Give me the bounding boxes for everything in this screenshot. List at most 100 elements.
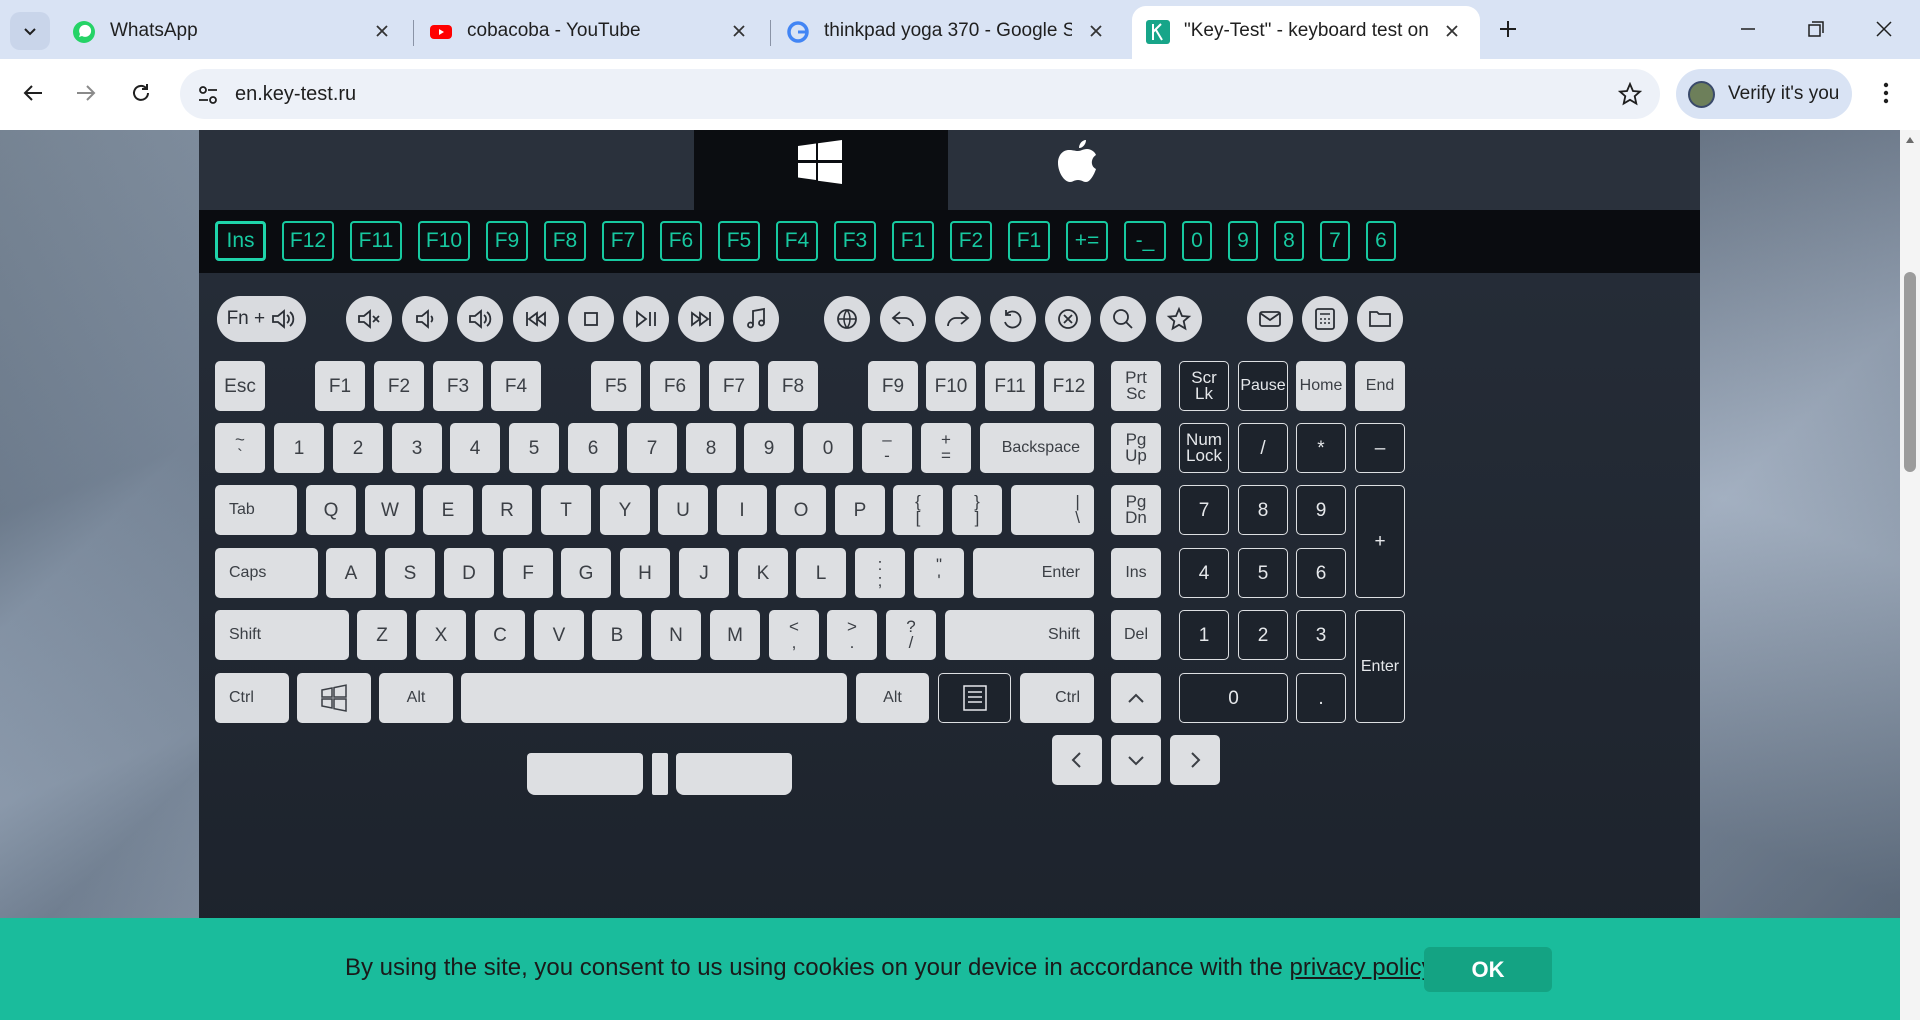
search-icon bbox=[1113, 309, 1133, 329]
key-a: A bbox=[326, 548, 376, 598]
minimize-button[interactable] bbox=[1720, 6, 1776, 52]
key-arrow-right bbox=[1170, 735, 1220, 785]
key-l: L bbox=[796, 548, 846, 598]
key-f9: F9 bbox=[868, 361, 918, 411]
star-icon bbox=[1166, 306, 1192, 331]
key-f: F bbox=[503, 548, 553, 598]
history-key: 0 bbox=[1182, 221, 1212, 261]
browser-chrome: WhatsApp cobacoba - YouTube thinkpad yog… bbox=[0, 0, 1920, 130]
key-slash: ? / bbox=[886, 610, 936, 660]
tab-google[interactable]: thinkpad yoga 370 - Google Se bbox=[772, 6, 1124, 59]
label-top: Scr Lk bbox=[1191, 368, 1217, 403]
history-key: 9 bbox=[1228, 221, 1258, 261]
tab-strip: WhatsApp cobacoba - YouTube thinkpad yog… bbox=[0, 0, 1920, 59]
key-9: 9 bbox=[744, 423, 794, 473]
key-num-0: 0 bbox=[1179, 673, 1288, 723]
key-arrow-left bbox=[1052, 735, 1102, 785]
label-bottom: - bbox=[884, 446, 890, 465]
key-f12: F12 bbox=[1044, 361, 1094, 411]
reload-button[interactable] bbox=[119, 71, 163, 115]
cookie-text: By using the site, you consent to us usi… bbox=[345, 954, 1290, 981]
history-key: F6 bbox=[660, 221, 702, 261]
tab-title: cobacoba - YouTube bbox=[467, 20, 641, 41]
stop-key bbox=[568, 296, 614, 342]
new-tab-button[interactable] bbox=[1480, 6, 1536, 52]
site-info-icon[interactable] bbox=[197, 84, 219, 106]
reply-arrow-icon bbox=[891, 311, 914, 327]
next-track-icon bbox=[691, 311, 711, 327]
privacy-policy-link[interactable]: privacy policy bbox=[1290, 954, 1434, 981]
tab-search-dropdown[interactable] bbox=[10, 12, 50, 50]
key-semicolon: :; bbox=[855, 548, 905, 598]
background-pattern bbox=[1700, 130, 1900, 1020]
label-top: Pg Up bbox=[1125, 430, 1147, 465]
key-num-add: + bbox=[1355, 485, 1405, 598]
forward-button[interactable] bbox=[64, 71, 108, 115]
tab-whatsapp[interactable]: WhatsApp bbox=[58, 6, 410, 59]
key-arrow-down bbox=[1111, 735, 1161, 785]
key-press-history: Ins F12 F11 F10 F9 F8 F7 F6 F5 F4 F3 F1 F2 F1 += -_ 0 9 8 7… bbox=[199, 210, 1700, 273]
scrollbar-thumb[interactable] bbox=[1904, 272, 1916, 472]
scroll-up-arrow-icon[interactable] bbox=[1905, 136, 1915, 144]
page-scrollbar[interactable] bbox=[1900, 130, 1920, 1020]
key-z: Z bbox=[357, 610, 407, 660]
history-key: F9 bbox=[486, 221, 528, 261]
restore-icon bbox=[1808, 21, 1824, 37]
bookmark-star-icon[interactable] bbox=[1618, 82, 1642, 106]
history-key: += bbox=[1066, 221, 1108, 261]
apple-logo-icon bbox=[1058, 140, 1096, 182]
volume-up-icon bbox=[469, 309, 492, 329]
globe-icon bbox=[837, 309, 857, 329]
windows-tab[interactable] bbox=[694, 130, 948, 210]
key-8: 8 bbox=[686, 423, 736, 473]
close-tab-icon[interactable] bbox=[1082, 17, 1110, 45]
fn-volume-key: Fn + bbox=[217, 296, 306, 342]
key-arrow-up bbox=[1111, 673, 1161, 723]
tab-key-test[interactable]: "Key-Test" - keyboard test onlin bbox=[1132, 6, 1480, 59]
close-tab-icon[interactable] bbox=[368, 17, 396, 45]
label-bottom: ; bbox=[877, 571, 883, 590]
keyboard-test-panel: f InsF12F11F10F9F8F7F6F5F4F3F1F2F1+=-_09… bbox=[199, 130, 1700, 1020]
key-right-shift: Shift bbox=[945, 610, 1094, 660]
key-1: 1 bbox=[274, 423, 324, 473]
back-button[interactable] bbox=[11, 71, 55, 115]
close-tab-icon[interactable] bbox=[1438, 17, 1466, 45]
browser-menu-button[interactable] bbox=[1864, 71, 1908, 115]
close-tab-icon[interactable] bbox=[725, 17, 753, 45]
key-num-6: 6 bbox=[1296, 548, 1346, 598]
key-f10: F10 bbox=[926, 361, 976, 411]
key-num-subtract: – bbox=[1355, 423, 1405, 473]
key-right-alt: Alt bbox=[856, 673, 929, 723]
key-left-shift: Shift bbox=[215, 610, 349, 660]
key-minus: – - bbox=[862, 423, 912, 473]
address-bar[interactable]: en.key-test.ru bbox=[180, 69, 1660, 119]
history-key: 8 bbox=[1274, 221, 1304, 261]
key-v: V bbox=[534, 610, 584, 660]
key-num-1: 1 bbox=[1179, 610, 1229, 660]
close-window-button[interactable] bbox=[1856, 6, 1912, 52]
browser-toolbar: en.key-test.ru Verify it's you bbox=[0, 59, 1920, 129]
chevron-down-icon bbox=[1128, 756, 1144, 766]
virtual-keyboard: Fn + Esc F1 F2 F3 F4 F5 F6 F7 F8 F9 F10 … bbox=[199, 273, 1700, 1020]
key-pause: Pause bbox=[1238, 361, 1288, 411]
tab-youtube[interactable]: cobacoba - YouTube bbox=[415, 6, 767, 59]
key-f4: F4 bbox=[491, 361, 541, 411]
label-bottom: \ bbox=[1075, 508, 1080, 527]
label-bottom: , bbox=[791, 633, 797, 652]
key-h: H bbox=[620, 548, 670, 598]
cookie-ok-button[interactable]: OK bbox=[1424, 947, 1552, 992]
touchpad-right-button bbox=[676, 753, 792, 795]
verify-button[interactable]: Verify it's you bbox=[1676, 69, 1852, 119]
key-6: 6 bbox=[568, 423, 618, 473]
key-del: Del bbox=[1111, 610, 1161, 660]
stop-icon bbox=[584, 312, 598, 326]
key-comma: <, bbox=[769, 610, 819, 660]
mac-tab[interactable]: f bbox=[948, 130, 1700, 210]
key-num-enter: Enter bbox=[1355, 610, 1405, 723]
key-num-divide: / bbox=[1238, 423, 1288, 473]
key-q: Q bbox=[306, 485, 356, 535]
restore-button[interactable] bbox=[1788, 6, 1844, 52]
key-context-menu bbox=[938, 673, 1011, 723]
previous-track-icon bbox=[526, 311, 546, 327]
mail-key bbox=[1247, 296, 1293, 342]
